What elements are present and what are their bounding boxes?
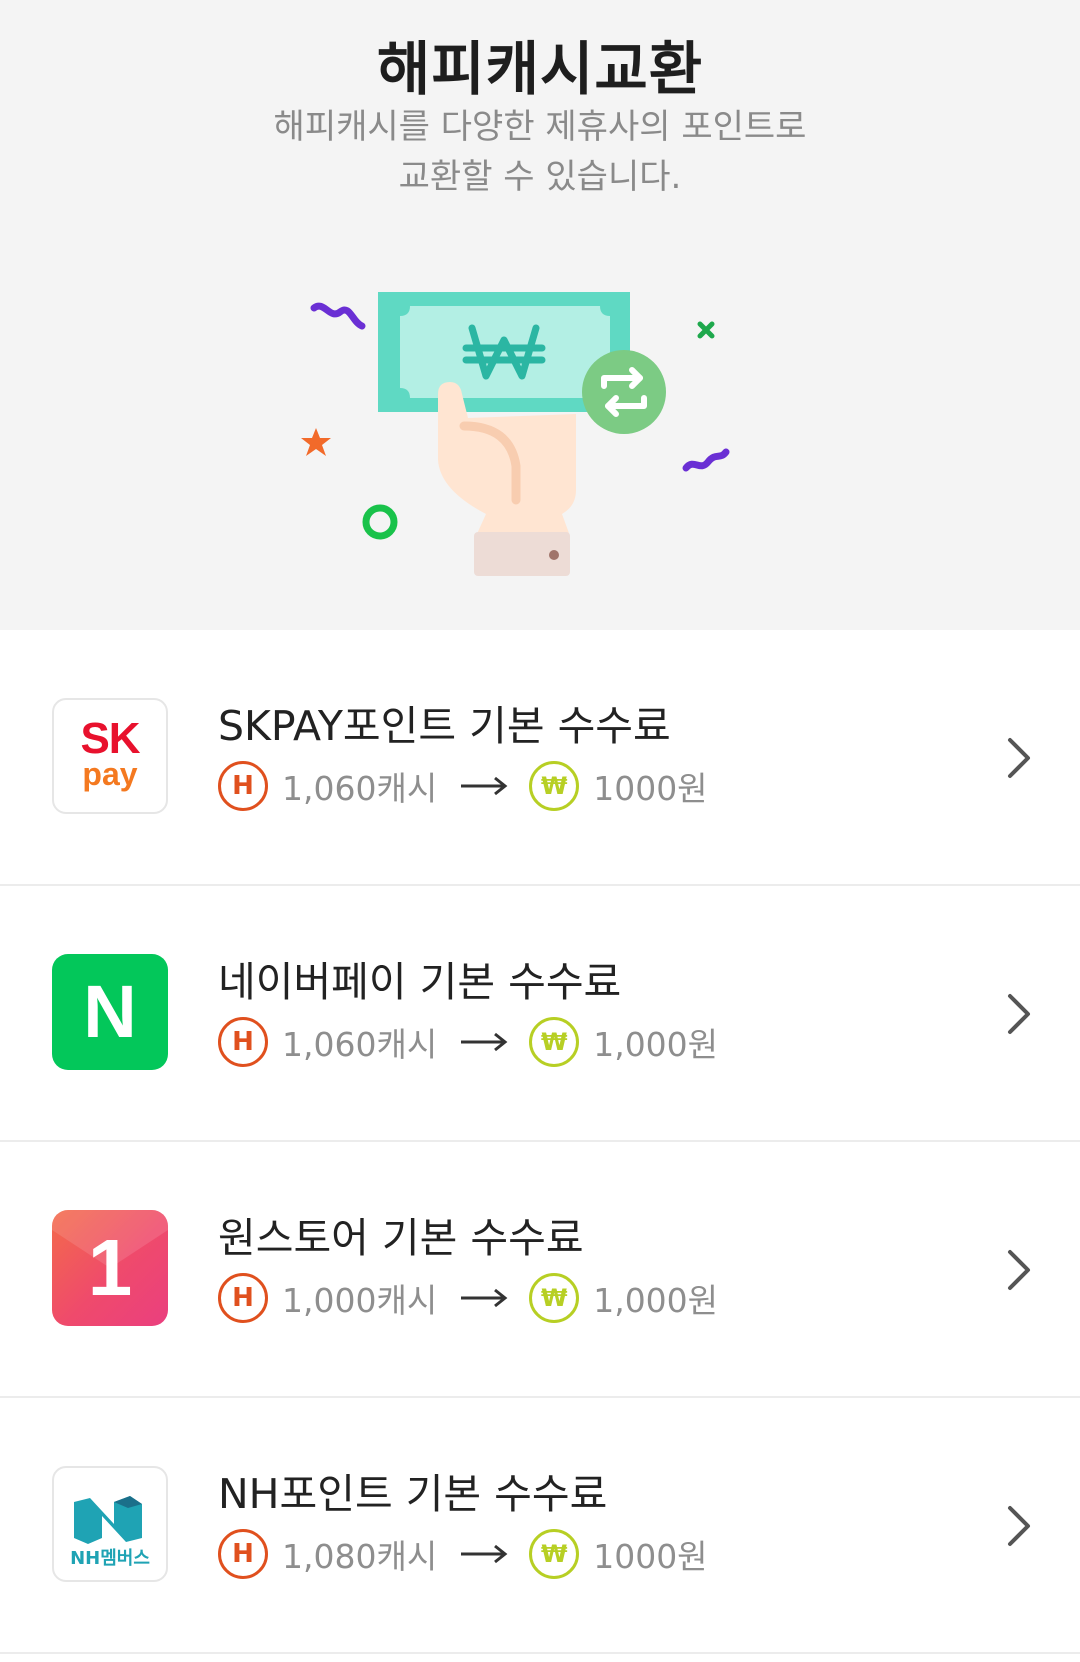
exchange-item-onestore[interactable]: 1 원스토어 기본 수수료 H 1,000캐시 ₩ 1,000원 bbox=[0, 1142, 1080, 1398]
exchange-item-title: 네이버페이 기본 수수료 bbox=[218, 958, 622, 1006]
happycash-h-icon: H bbox=[218, 1273, 268, 1323]
hero-section: 해피캐시교환 해피캐시를 다양한 제휴사의 포인트로 교환할 수 있습니다. bbox=[0, 0, 1080, 630]
arrow-right-icon bbox=[461, 1032, 508, 1052]
naverpay-logo-letter: N bbox=[83, 970, 137, 1053]
exchange-item-skpay[interactable]: SK pay SKPAY포인트 기본 수수료 H 1,060캐시 ₩ 1000원 bbox=[0, 630, 1080, 886]
won-coin-icon: ₩ bbox=[529, 1273, 580, 1323]
confetti-squiggle-icon bbox=[682, 448, 730, 472]
cash-amount: 1,060캐시 bbox=[282, 1025, 438, 1064]
arrow-right-icon bbox=[461, 1288, 508, 1308]
exchange-rate: H 1,060캐시 ₩ 1,000원 bbox=[218, 1014, 718, 1070]
nh-members-logo-text: NH멤버스 bbox=[70, 1548, 150, 1569]
naverpay-logo: N bbox=[52, 954, 168, 1070]
won-amount: 1,000원 bbox=[593, 1025, 719, 1064]
happycash-h-icon: H bbox=[218, 761, 268, 811]
skpay-logo: SK pay bbox=[52, 698, 168, 814]
exchange-rate: H 1,080캐시 ₩ 1000원 bbox=[218, 1526, 708, 1582]
won-amount: 1000원 bbox=[593, 1537, 708, 1576]
arrow-right-icon bbox=[461, 1544, 508, 1564]
exchange-item-title: SKPAY포인트 기본 수수료 bbox=[218, 702, 671, 750]
onestore-logo-number: 1 bbox=[87, 1223, 133, 1312]
chevron-right-icon bbox=[1008, 1250, 1030, 1290]
won-amount: 1000원 bbox=[593, 769, 708, 808]
won-coin-icon: ₩ bbox=[529, 761, 580, 811]
won-coin-icon: ₩ bbox=[529, 1017, 580, 1067]
cash-amount: 1,060캐시 bbox=[282, 769, 438, 808]
page-title: 해피캐시교환 bbox=[376, 35, 704, 103]
confetti-ring-icon bbox=[362, 504, 398, 540]
page-description-line-1: 해피캐시를 다양한 제휴사의 포인트로 bbox=[273, 107, 807, 147]
chevron-right-icon bbox=[1008, 738, 1030, 778]
chevron-right-icon bbox=[1008, 994, 1030, 1034]
exchange-item-title: 원스토어 기본 수수료 bbox=[218, 1214, 584, 1262]
exchange-arrows-icon bbox=[582, 350, 666, 434]
page-description: 해피캐시를 다양한 제휴사의 포인트로 교환할 수 있습니다. bbox=[0, 102, 1080, 202]
nh-members-logo: NH멤버스 bbox=[52, 1466, 168, 1582]
confetti-cross-icon bbox=[697, 321, 715, 339]
exchange-item-title: NH포인트 기본 수수료 bbox=[218, 1470, 608, 1518]
page-description-line-2: 교환할 수 있습니다. bbox=[398, 157, 682, 197]
happycash-h-icon: H bbox=[218, 1529, 268, 1579]
exchange-item-naverpay[interactable]: N 네이버페이 기본 수수료 H 1,060캐시 ₩ 1,000원 bbox=[0, 886, 1080, 1142]
chevron-right-icon bbox=[1008, 1506, 1030, 1546]
cash-amount: 1,080캐시 bbox=[282, 1537, 438, 1576]
skpay-logo-pay-text: pay bbox=[82, 756, 138, 792]
exchange-rate: H 1,000캐시 ₩ 1,000원 bbox=[218, 1270, 718, 1326]
onestore-logo: 1 bbox=[52, 1210, 168, 1326]
confetti-star-icon bbox=[301, 428, 331, 456]
cash-exchange-illustration bbox=[301, 292, 730, 576]
won-coin-icon: ₩ bbox=[529, 1529, 580, 1579]
arrow-right-icon bbox=[461, 776, 508, 796]
confetti-squiggle-icon bbox=[310, 302, 366, 330]
cash-amount: 1,000캐시 bbox=[282, 1281, 438, 1320]
exchange-item-nhpoint[interactable]: NH멤버스 NH포인트 기본 수수료 H 1,080캐시 ₩ 1000원 bbox=[0, 1398, 1080, 1654]
happycash-h-icon: H bbox=[218, 1017, 268, 1067]
won-amount: 1,000원 bbox=[593, 1281, 719, 1320]
exchange-rate: H 1,060캐시 ₩ 1000원 bbox=[218, 758, 708, 814]
